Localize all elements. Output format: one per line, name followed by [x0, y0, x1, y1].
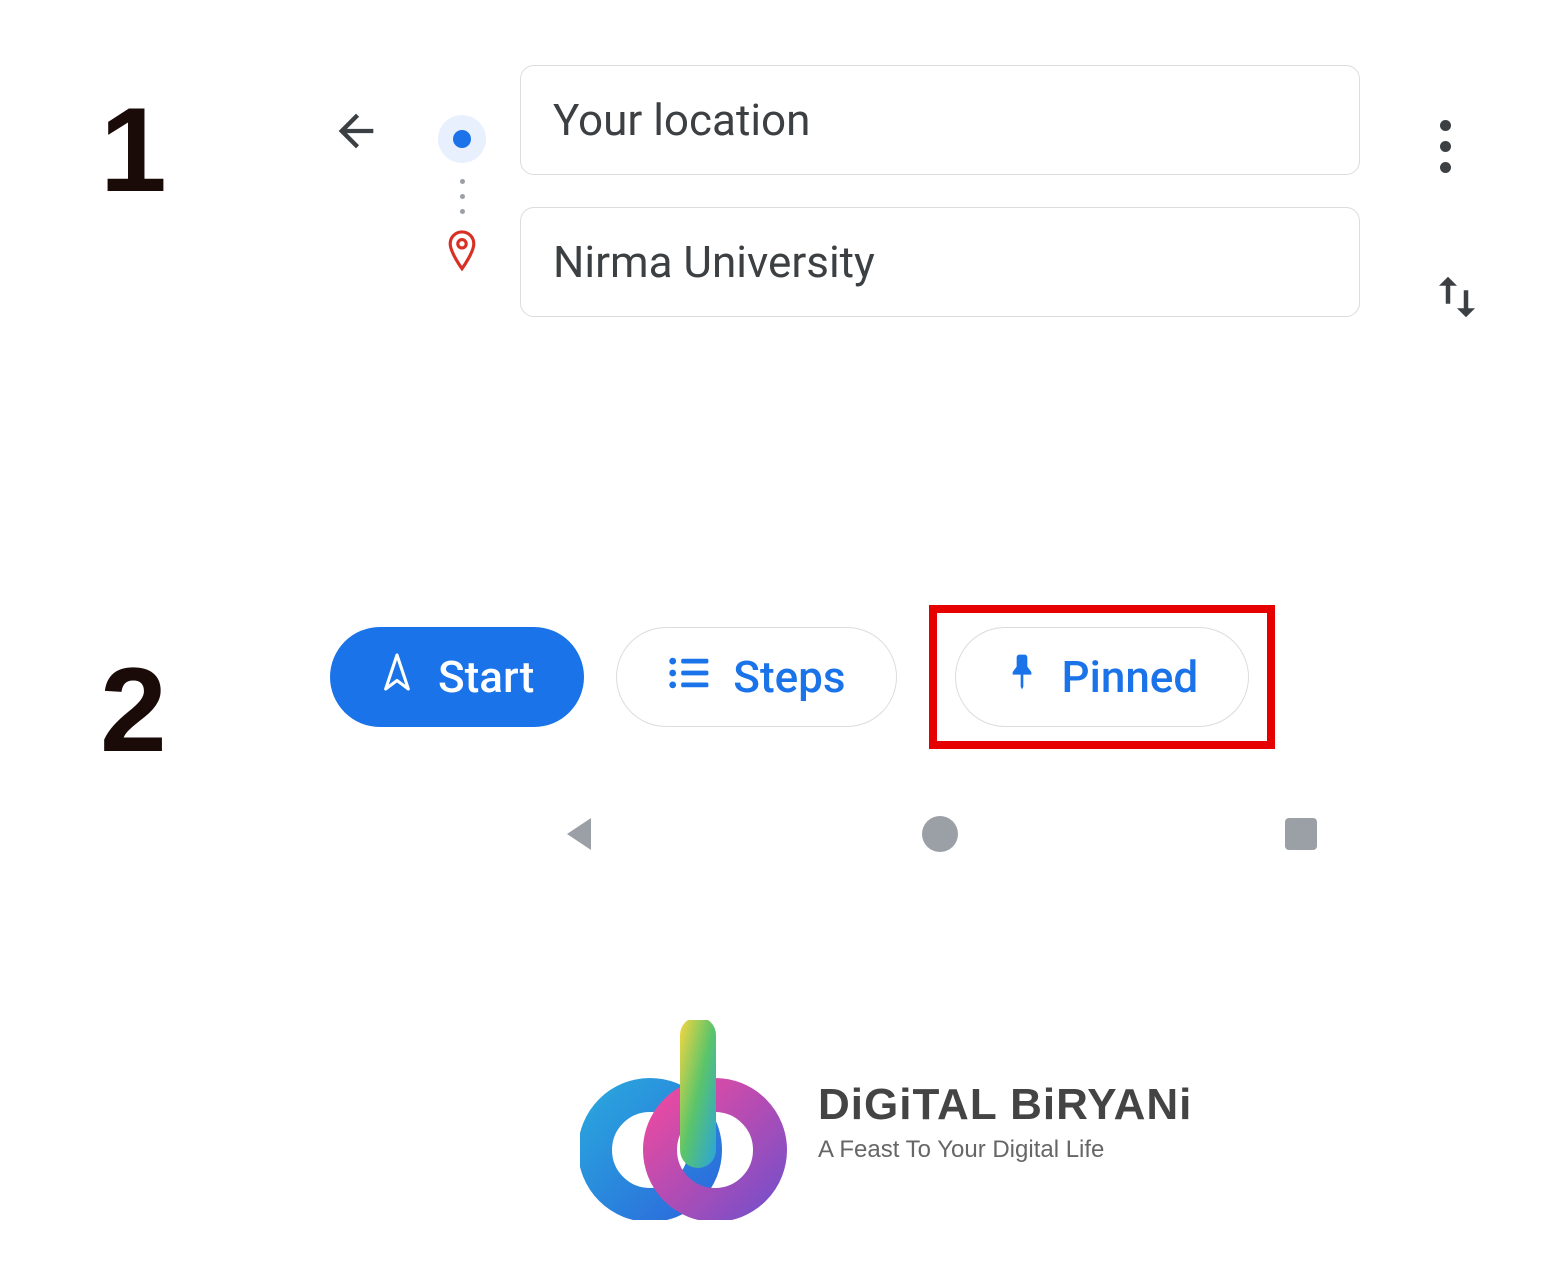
nav-home-icon[interactable] [916, 810, 964, 862]
pinned-label: Pinned [1062, 651, 1199, 703]
steps-list-icon [667, 656, 709, 698]
android-navigation-bar [555, 810, 1325, 862]
brand-tagline: A Feast To Your Digital Life [818, 1136, 1192, 1164]
pinned-highlight-box: Pinned [929, 605, 1276, 749]
steps-label: Steps [733, 651, 845, 703]
footer-brand: DiGiTAL BiRYANi A Feast To Your Digital … [580, 1020, 1192, 1224]
location-inputs: Your location Nirma University [520, 65, 1360, 349]
brand-text: DiGiTAL BiRYANi A Feast To Your Digital … [818, 1080, 1192, 1164]
nav-back-icon[interactable] [555, 810, 603, 862]
start-label: Start [438, 651, 534, 703]
route-icons [442, 115, 482, 325]
nav-recent-icon[interactable] [1277, 810, 1325, 862]
swap-locations-icon[interactable] [1430, 270, 1484, 328]
step-number-1: 1 [100, 90, 167, 210]
destination-pin-icon [445, 230, 479, 272]
back-arrow-icon[interactable] [330, 105, 382, 169]
pin-icon [1006, 651, 1038, 703]
actions-row: Start Steps Pinned [330, 605, 1370, 749]
step-number-2: 2 [100, 650, 167, 770]
brand-logo-icon [580, 1020, 790, 1224]
brand-name: DiGiTAL BiRYANi [818, 1080, 1192, 1130]
more-menu-icon[interactable] [1440, 120, 1451, 173]
pinned-button[interactable]: Pinned [955, 627, 1250, 727]
destination-input[interactable]: Nirma University [520, 207, 1360, 317]
destination-text: Nirma University [553, 236, 875, 288]
origin-text: Your location [553, 94, 810, 146]
navigate-icon [380, 651, 414, 703]
origin-input[interactable]: Your location [520, 65, 1360, 175]
steps-button[interactable]: Steps [616, 627, 896, 727]
route-dots-icon [460, 179, 465, 214]
origin-dot-icon [438, 115, 486, 163]
start-button[interactable]: Start [330, 627, 584, 727]
